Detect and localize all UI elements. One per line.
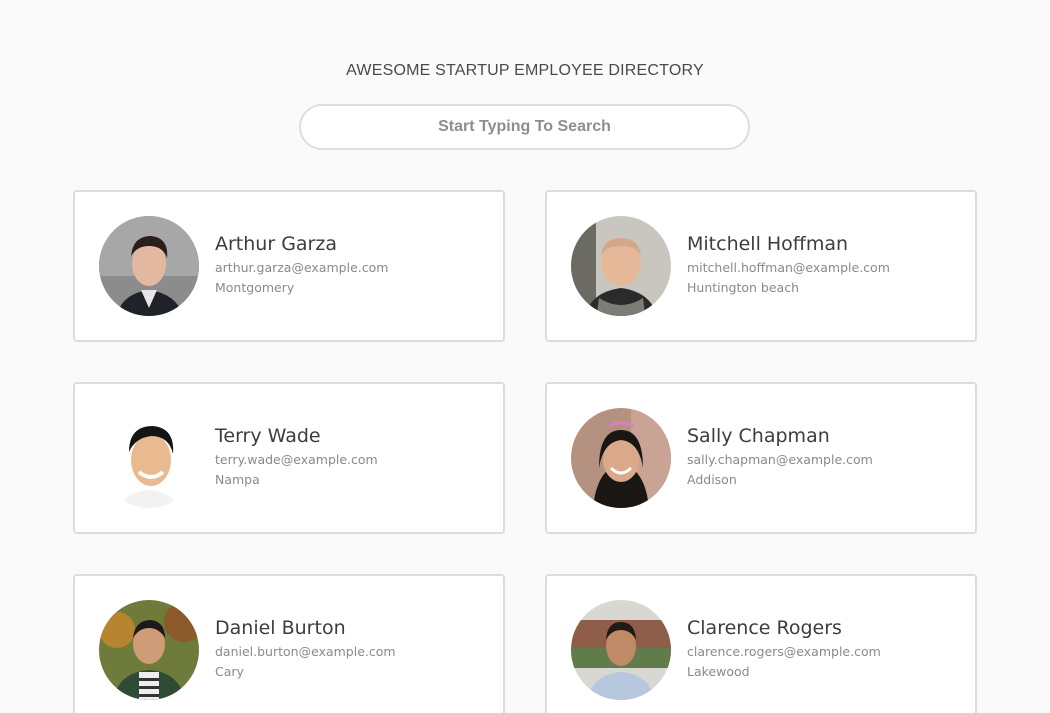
search-input[interactable]	[299, 104, 750, 150]
employee-city: Lakewood	[687, 664, 750, 679]
directory-page: AWESOME STARTUP EMPLOYEE DIRECTORY Arthu…	[0, 0, 1050, 713]
employee-name: Arthur Garza	[215, 233, 337, 255]
employee-email: daniel.burton@example.com	[215, 644, 396, 659]
employee-card[interactable]: Clarence Rogers clarence.rogers@example.…	[545, 574, 977, 713]
employee-email: arthur.garza@example.com	[215, 260, 389, 275]
employee-email: clarence.rogers@example.com	[687, 644, 881, 659]
employee-name: Terry Wade	[215, 425, 321, 447]
employee-info: Terry Wade terry.wade@example.com Nampa	[215, 422, 378, 490]
employee-name: Clarence Rogers	[687, 617, 842, 639]
employee-email: terry.wade@example.com	[215, 452, 378, 467]
employee-email: mitchell.hoffman@example.com	[687, 260, 890, 275]
employee-card[interactable]: Sally Chapman sally.chapman@example.com …	[545, 382, 977, 534]
employee-email: sally.chapman@example.com	[687, 452, 873, 467]
employee-info: Arthur Garza arthur.garza@example.com Mo…	[215, 230, 388, 298]
page-title: AWESOME STARTUP EMPLOYEE DIRECTORY	[346, 62, 704, 79]
avatar	[99, 408, 199, 508]
employee-info: Daniel Burton daniel.burton@example.com …	[215, 614, 396, 682]
employee-name: Mitchell Hoffman	[687, 233, 849, 255]
employee-city: Montgomery	[215, 280, 295, 295]
avatar	[99, 216, 199, 316]
avatar	[99, 600, 199, 700]
employee-city: Addison	[687, 472, 737, 487]
employee-card[interactable]: Daniel Burton daniel.burton@example.com …	[73, 574, 505, 713]
avatar	[571, 600, 671, 700]
employee-info: Sally Chapman sally.chapman@example.com …	[687, 422, 873, 490]
employee-city: Nampa	[215, 472, 260, 487]
employee-card[interactable]: Terry Wade terry.wade@example.com Nampa	[73, 382, 505, 534]
employee-city: Cary	[215, 664, 244, 679]
employee-name: Daniel Burton	[215, 617, 346, 639]
avatar	[571, 216, 671, 316]
employee-name: Sally Chapman	[687, 425, 830, 447]
employee-card[interactable]: Mitchell Hoffman mitchell.hoffman@exampl…	[545, 190, 977, 342]
employee-info: Clarence Rogers clarence.rogers@example.…	[687, 614, 881, 682]
employee-info: Mitchell Hoffman mitchell.hoffman@exampl…	[687, 230, 890, 298]
employee-city: Huntington beach	[687, 280, 799, 295]
avatar	[571, 408, 671, 508]
employee-card[interactable]: Arthur Garza arthur.garza@example.com Mo…	[73, 190, 505, 342]
